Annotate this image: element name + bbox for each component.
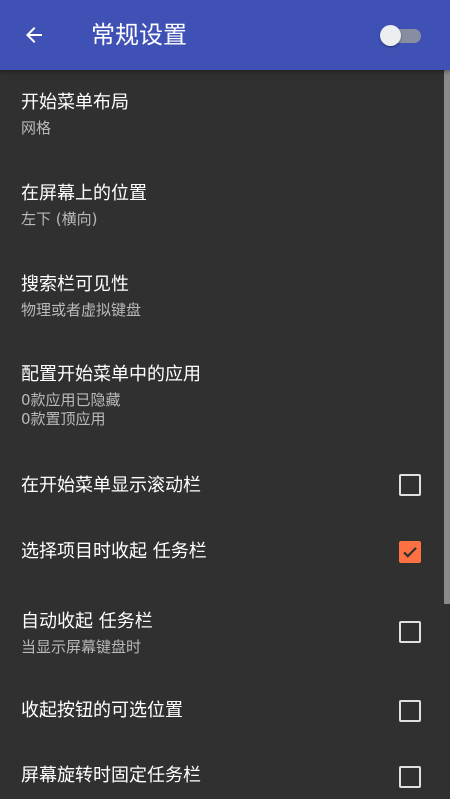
pref-show-scrollbar[interactable]: 在开始菜单显示滚动栏 <box>0 451 444 517</box>
toggle-thumb <box>380 25 401 46</box>
checkbox[interactable] <box>399 541 421 563</box>
checkbox[interactable] <box>399 621 421 643</box>
pref-summary: 0款应用已隐藏 <box>21 391 121 409</box>
pref-summary: 网格 <box>21 119 52 137</box>
back-button[interactable] <box>14 15 54 55</box>
preference-list[interactable]: 开始菜单布局 网格 在屏幕上的位置 左下 (横向) 搜索栏可见性 物理或者虚拟键… <box>0 70 450 799</box>
pref-title: 搜索栏可见性 <box>21 274 129 295</box>
pref-summary: 当显示屏幕键盘时 <box>21 638 142 656</box>
pref-title: 在屏幕上的位置 <box>21 183 147 204</box>
pref-title: 在开始菜单显示滚动栏 <box>21 475 201 496</box>
pref-collapse-button-position[interactable]: 收起按钮的可选位置 <box>0 672 444 737</box>
checkbox[interactable] <box>399 766 421 788</box>
pref-start-menu-layout[interactable]: 开始菜单布局 网格 <box>0 70 444 159</box>
pref-lock-on-rotation[interactable]: 屏幕旋转时固定任务栏 <box>0 737 444 799</box>
pref-configure-start-menu-apps[interactable]: 配置开始菜单中的应用 0款应用已隐藏 0款置顶应用 <box>0 340 444 451</box>
pref-title: 开始菜单布局 <box>21 92 129 113</box>
check-icon <box>403 547 417 558</box>
pref-title: 自动收起 任务栏 <box>21 611 153 632</box>
pref-screen-position[interactable]: 在屏幕上的位置 左下 (横向) <box>0 159 444 250</box>
app-bar: 常规设置 <box>0 0 450 70</box>
checkbox[interactable] <box>399 474 421 496</box>
pref-title: 屏幕旋转时固定任务栏 <box>21 765 201 786</box>
pref-summary: 左下 (横向) <box>21 210 98 228</box>
page-title: 常规设置 <box>91 21 187 49</box>
pref-title: 选择项目时收起 任务栏 <box>21 541 207 562</box>
checkbox[interactable] <box>399 700 421 722</box>
master-toggle[interactable] <box>380 25 422 46</box>
pref-auto-collapse[interactable]: 自动收起 任务栏 当显示屏幕键盘时 <box>0 583 444 672</box>
arrow-back-icon <box>26 27 42 43</box>
scrollbar[interactable] <box>444 70 450 604</box>
pref-summary: 0款置顶应用 <box>21 410 106 428</box>
pref-title: 配置开始菜单中的应用 <box>21 364 201 385</box>
pref-title: 收起按钮的可选位置 <box>21 700 183 721</box>
pref-search-bar-visibility[interactable]: 搜索栏可见性 物理或者虚拟键盘 <box>0 250 444 340</box>
pref-collapse-on-select[interactable]: 选择项目时收起 任务栏 <box>0 517 444 583</box>
pref-summary: 物理或者虚拟键盘 <box>21 301 142 319</box>
